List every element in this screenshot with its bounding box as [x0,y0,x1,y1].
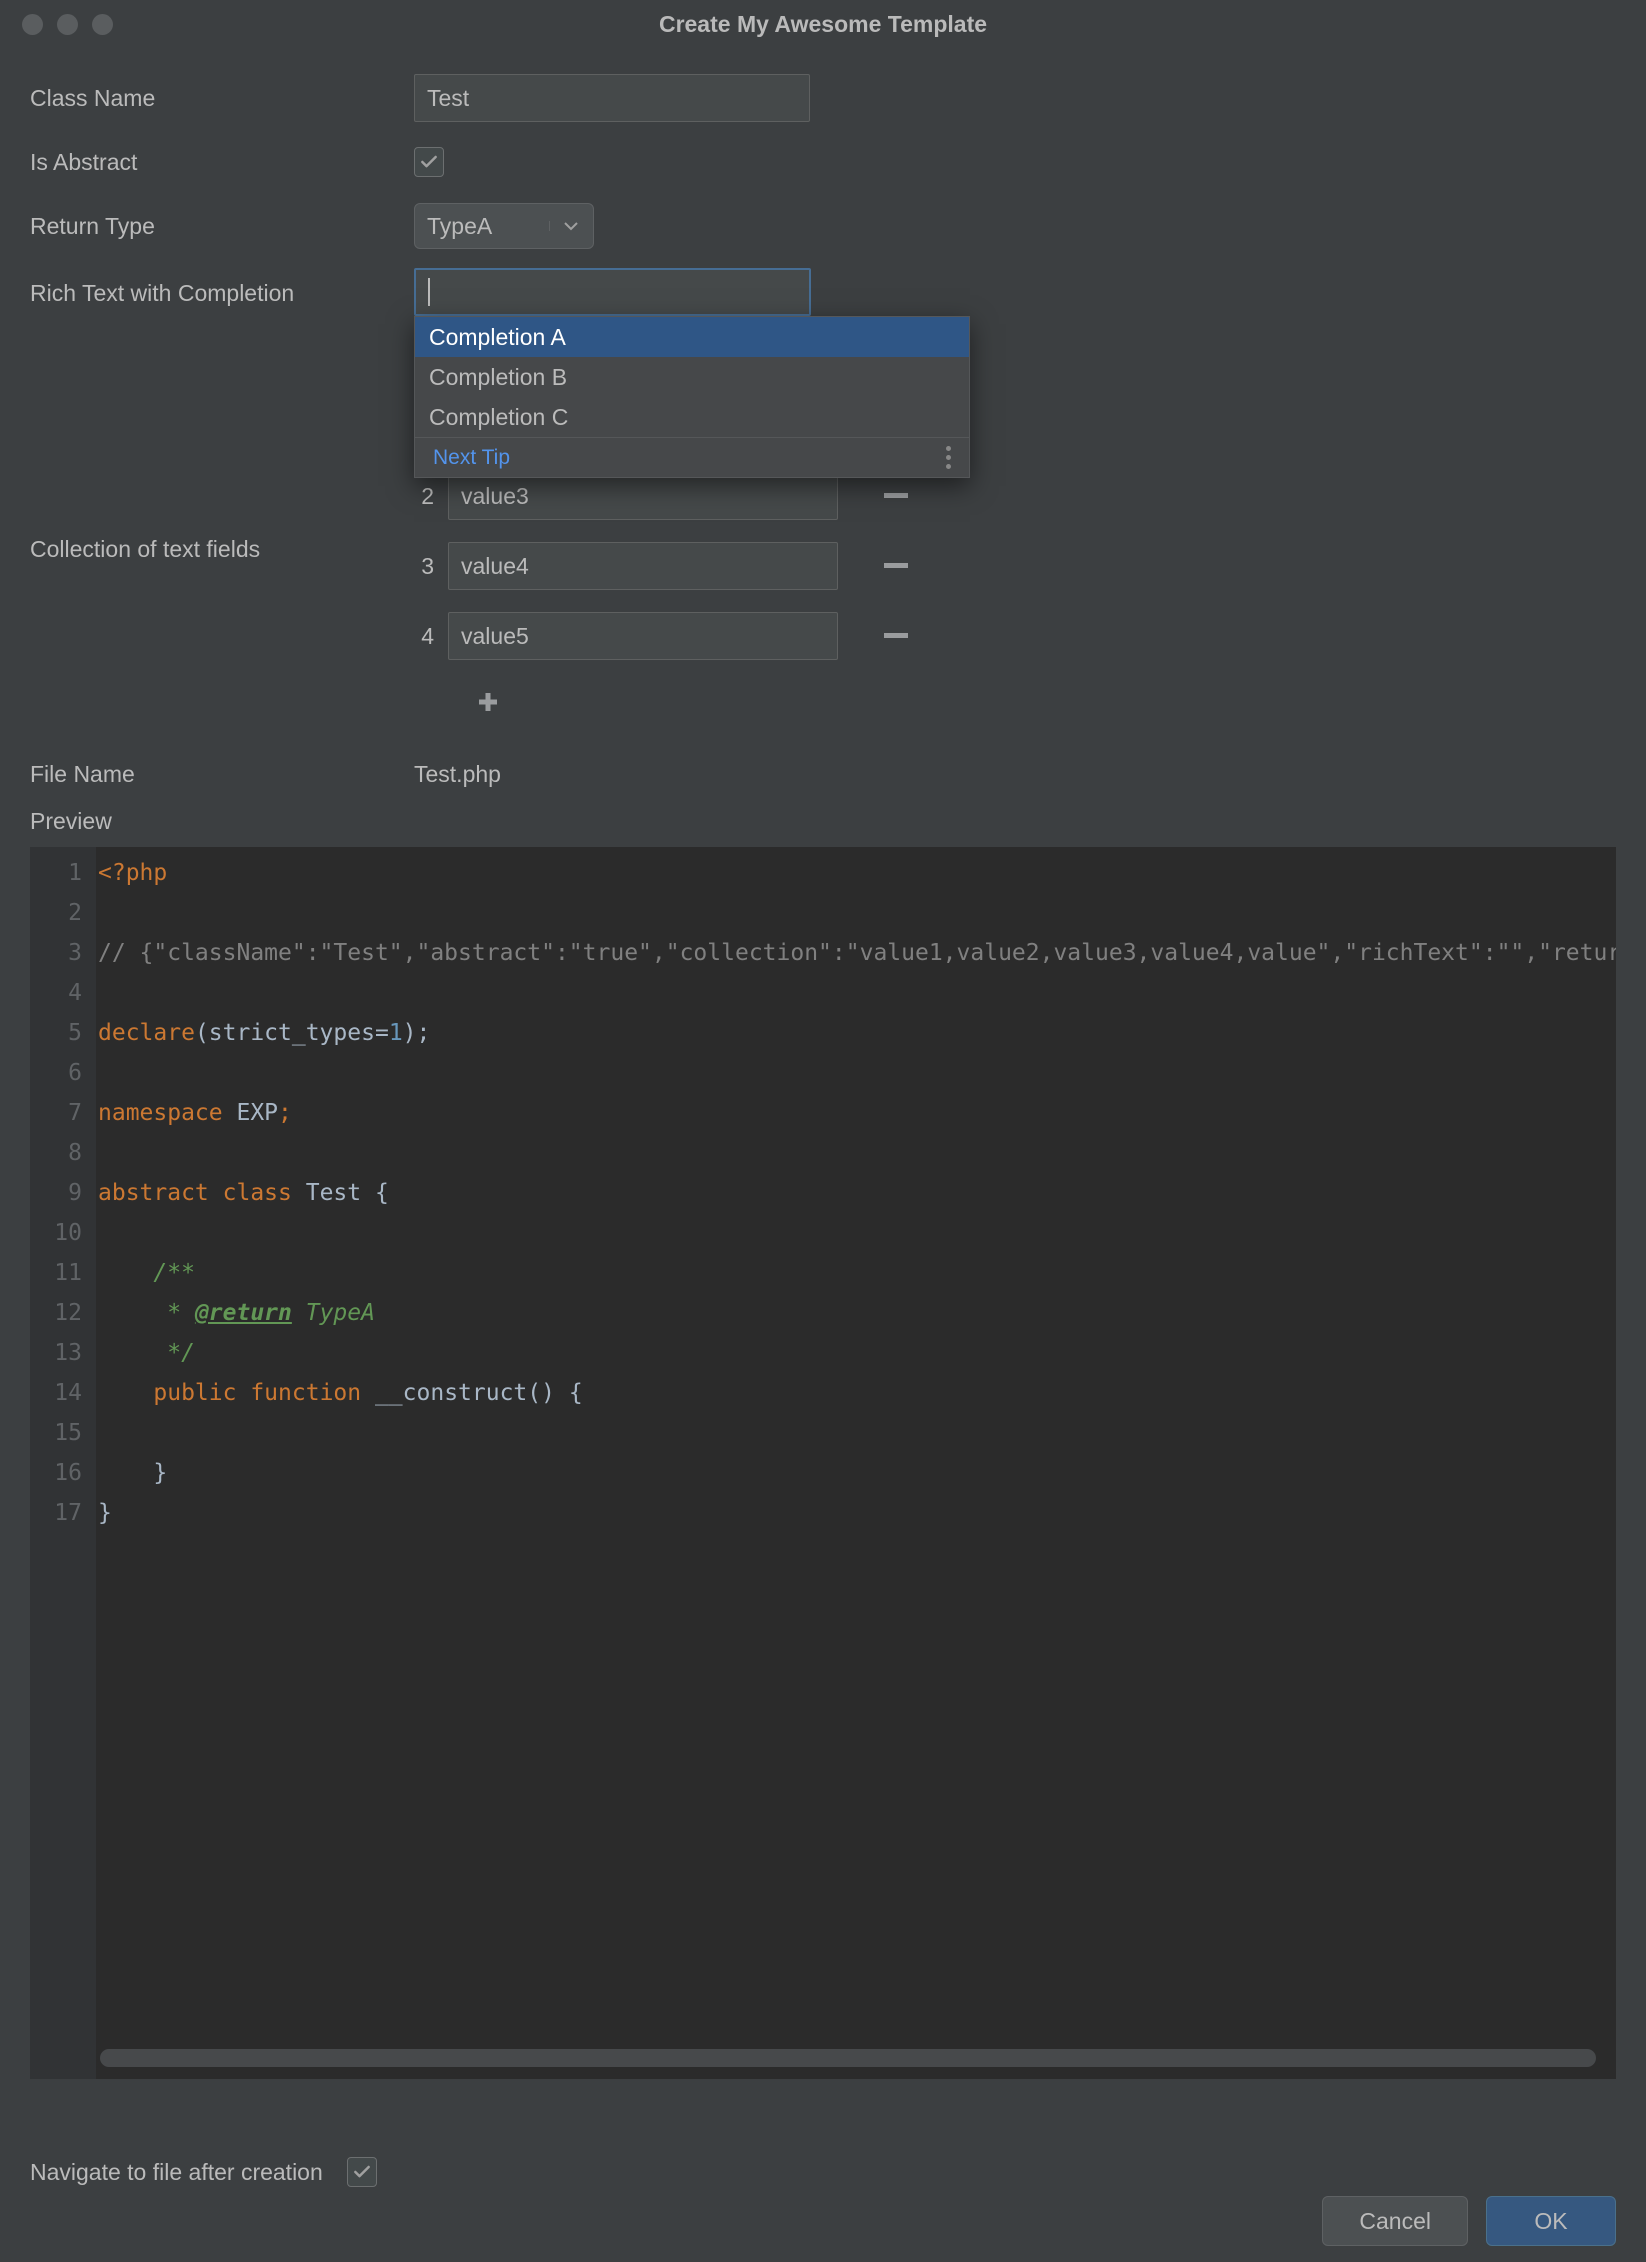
collection-row: 2 [414,472,916,520]
checkmark-icon [419,152,439,172]
completion-item-c[interactable]: Completion C [415,397,969,437]
preview-editor[interactable]: 1234 5678 9101112 13141516 17 <?php // {… [30,847,1616,2079]
cancel-button[interactable]: Cancel [1322,2196,1468,2246]
class-name-input[interactable] [414,74,810,122]
file-name-value: Test.php [414,761,501,788]
kebab-icon[interactable] [946,446,951,469]
chevron-down-icon [549,221,581,231]
collection-row: 3 [414,542,916,590]
completion-item-b[interactable]: Completion B [415,357,969,397]
collection-input-3[interactable] [448,542,838,590]
rich-text-input[interactable] [414,268,811,316]
collection-input-4[interactable] [448,612,838,660]
collection-row: 4 [414,612,916,660]
next-tip-link[interactable]: Next Tip [433,446,510,470]
rich-text-label: Rich Text with Completion [30,268,414,307]
navigate-checkbox[interactable] [347,2157,377,2187]
collection-index: 3 [414,553,434,580]
add-row-button[interactable] [468,682,508,722]
horizontal-scrollbar[interactable] [100,2049,1596,2067]
dialog-title: Create My Awesome Template [0,11,1646,38]
editor-code: <?php // {"className":"Test","abstract":… [96,847,1616,2079]
file-name-label: File Name [30,761,414,788]
preview-label: Preview [30,808,1616,835]
completion-popup: Completion A Completion B Completion C N… [414,316,970,478]
minimize-window-icon[interactable] [57,14,78,35]
text-caret [428,278,430,306]
class-name-label: Class Name [30,85,414,112]
navigate-label: Navigate to file after creation [30,2159,323,2186]
remove-row-button[interactable] [876,476,916,516]
is-abstract-checkbox[interactable] [414,147,444,177]
collection-input-2[interactable] [448,472,838,520]
zoom-window-icon[interactable] [92,14,113,35]
window-controls [0,14,113,35]
completion-item-a[interactable]: Completion A [415,317,969,357]
is-abstract-label: Is Abstract [30,149,414,176]
collection-index: 4 [414,623,434,650]
editor-gutter: 1234 5678 9101112 13141516 17 [30,847,96,2079]
ok-button[interactable]: OK [1486,2196,1616,2246]
collection-label: Collection of text fields [30,472,414,722]
close-window-icon[interactable] [22,14,43,35]
return-type-value: TypeA [427,213,541,240]
checkmark-icon [352,2162,372,2182]
collection-index: 2 [414,483,434,510]
remove-row-button[interactable] [876,546,916,586]
return-type-select[interactable]: TypeA [414,203,594,249]
remove-row-button[interactable] [876,616,916,656]
return-type-label: Return Type [30,213,414,240]
titlebar: Create My Awesome Template [0,0,1646,48]
